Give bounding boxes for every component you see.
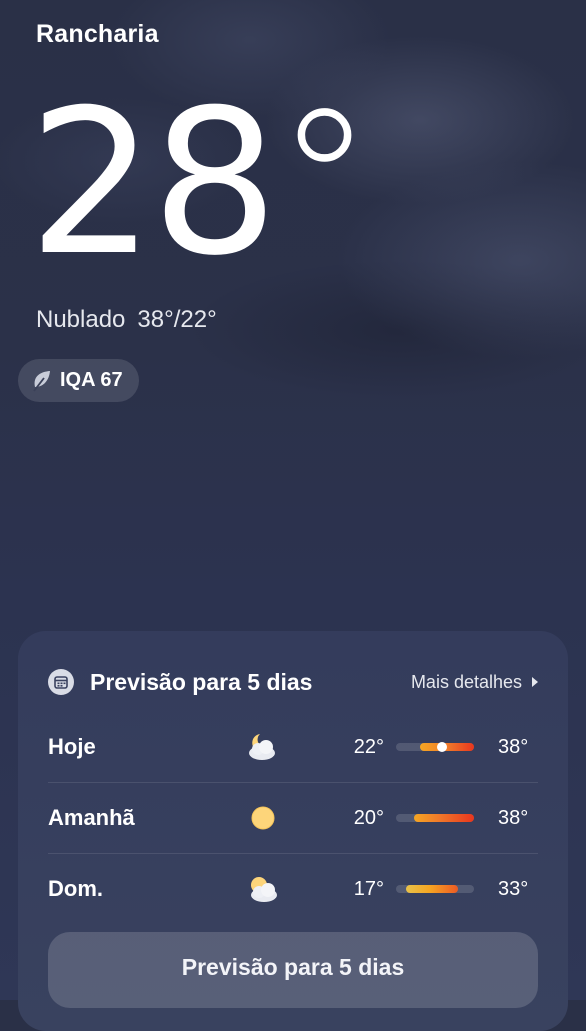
- forecast-row-today[interactable]: Hoje 22° 38°: [48, 712, 538, 783]
- high-low-text: 38°/22°: [137, 306, 217, 333]
- forecast-row-sunday[interactable]: Dom. 17° 33°: [48, 854, 538, 924]
- partly-cloudy-night-icon: [246, 732, 280, 762]
- leaf-icon: [32, 370, 52, 392]
- day-label: Amanhã: [48, 805, 135, 830]
- sun-icon: [246, 803, 280, 833]
- aqi-label: IQA 67: [60, 369, 123, 391]
- temperature-range-bar: [396, 742, 474, 752]
- condition-line: Nublado 38°/22°: [36, 306, 217, 334]
- chevron-right-icon: [532, 677, 538, 687]
- min-temp: 20°: [353, 806, 384, 829]
- condition-text: Nublado: [36, 306, 126, 333]
- day-label: Hoje: [48, 734, 96, 759]
- forecast-title: Previsão para 5 dias: [90, 668, 313, 695]
- max-temp: 38°: [498, 806, 529, 829]
- forecast-header: Previsão para 5 dias Mais detalhes: [48, 667, 538, 697]
- city-name[interactable]: Rancharia: [36, 20, 159, 49]
- min-temp: 17°: [353, 877, 384, 900]
- max-temp: 38°: [498, 735, 529, 758]
- forecast-row-tomorrow[interactable]: Amanhã 20° 38°: [48, 783, 538, 854]
- temperature-value: 28: [28, 67, 278, 300]
- temperature-range-bar: [396, 885, 474, 893]
- degree-symbol: °: [274, 67, 375, 300]
- aqi-badge[interactable]: IQA 67: [18, 359, 139, 402]
- partly-cloudy-day-icon: [246, 874, 280, 904]
- min-temp: 22°: [353, 735, 384, 758]
- more-details-link[interactable]: Mais detalhes: [411, 672, 538, 693]
- more-details-label: Mais detalhes: [410, 671, 522, 692]
- calendar-icon: [48, 669, 74, 695]
- max-temp: 33°: [498, 877, 529, 900]
- forecast-list: Hoje 22° 38° Amanhã 20° 38° Dom. 17° 33°: [48, 712, 538, 924]
- current-temp-marker: [437, 742, 447, 752]
- current-temperature: 28°: [28, 84, 375, 284]
- five-day-forecast-button[interactable]: Previsão para 5 dias: [48, 932, 538, 1008]
- temperature-range-bar: [396, 814, 474, 822]
- day-label: Dom.: [48, 876, 103, 901]
